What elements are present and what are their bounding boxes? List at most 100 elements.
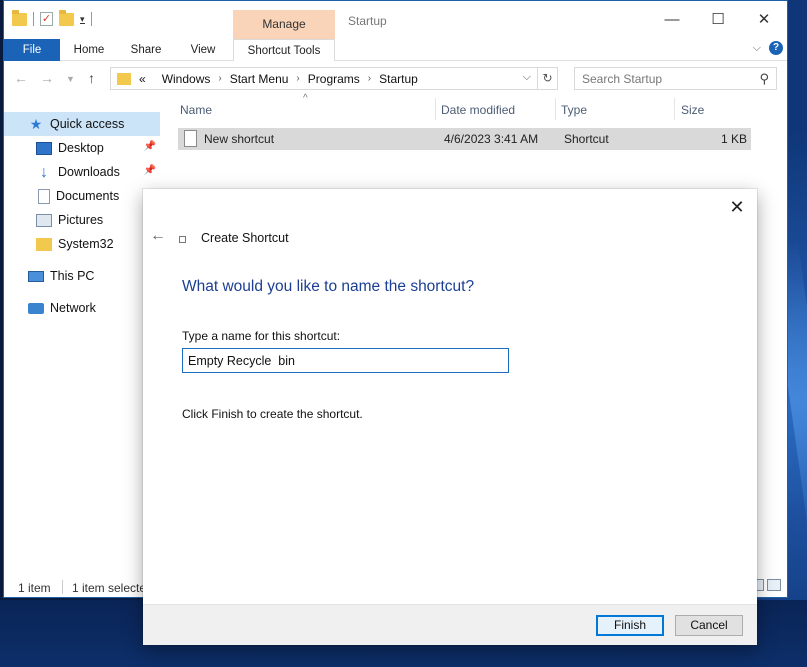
search-icon: ⚲ <box>759 71 769 86</box>
column-date-modified[interactable]: Date modified <box>441 103 515 117</box>
column-headers: ^ Name Date modified Type Size <box>176 93 756 124</box>
window-controls: — ☐ ✕ <box>649 1 787 39</box>
item-count: 1 item <box>18 581 51 595</box>
shortcut-name-label: Type a name for this shortcut: <box>182 329 341 343</box>
window-title: Startup <box>348 14 387 28</box>
sidebar-item-label: Quick access <box>50 117 125 131</box>
properties-icon[interactable]: ✓ <box>40 12 53 26</box>
toolbar-divider <box>33 12 34 26</box>
forward-arrow-icon[interactable]: → <box>40 70 54 86</box>
file-type: Shortcut <box>564 132 609 146</box>
address-bar[interactable]: « Windows › Start Menu › Programs › Star… <box>110 67 558 90</box>
pictures-icon <box>36 213 52 227</box>
tab-home[interactable]: Home <box>64 39 114 61</box>
close-icon[interactable]: ✕ <box>727 197 747 218</box>
large-icons-view-icon[interactable] <box>767 579 781 591</box>
back-arrow-icon[interactable]: ← <box>14 70 28 86</box>
new-folder-icon[interactable] <box>59 9 74 26</box>
manage-contextual-tab[interactable]: Manage <box>233 10 335 39</box>
sort-ascending-icon: ^ <box>303 93 308 104</box>
finish-button[interactable]: Finish <box>596 615 664 636</box>
title-bar: ✓ ▾ Manage Startup — ☐ ✕ <box>4 1 787 39</box>
breadcrumb-overflow[interactable]: « <box>139 72 146 86</box>
column-divider[interactable] <box>435 98 436 120</box>
sidebar-item-label: Desktop <box>58 141 104 155</box>
selected-count: 1 item selecte <box>72 581 147 595</box>
column-divider[interactable] <box>674 98 675 120</box>
navigation-pane: ★ Quick access Desktop 📌 ↓ Downloads 📌 D… <box>4 96 162 576</box>
column-type[interactable]: Type <box>561 103 587 117</box>
column-divider[interactable] <box>555 98 556 120</box>
recent-locations-icon[interactable]: ▼ <box>66 74 75 84</box>
sidebar-item-documents[interactable]: Documents <box>4 184 160 208</box>
status-divider <box>62 580 63 594</box>
toolbar-divider <box>90 12 92 26</box>
maximize-button[interactable]: ☐ <box>695 1 741 39</box>
sidebar-item-this-pc[interactable]: This PC <box>4 264 160 288</box>
chevron-down-icon[interactable]: ⌵ <box>523 71 531 84</box>
sidebar-item-label: System32 <box>58 237 114 251</box>
shortcut-name-field[interactable] <box>182 348 509 373</box>
sidebar-item-label: This PC <box>50 269 95 283</box>
file-name: New shortcut <box>204 132 275 146</box>
breadcrumb-start-menu[interactable]: Start Menu <box>230 72 289 86</box>
create-shortcut-dialog: ✕ ← Create Shortcut What would you like … <box>143 189 757 645</box>
search-placeholder: Search Startup <box>582 72 663 86</box>
ribbon-tabs: File Home Share View Shortcut Tools ⌵ ? <box>4 39 787 61</box>
download-icon: ↓ <box>40 163 48 181</box>
column-size[interactable]: Size <box>681 103 704 117</box>
quick-access-toolbar: ✓ ▾ <box>12 9 92 26</box>
column-name[interactable]: Name <box>180 103 212 117</box>
star-icon: ★ <box>29 115 43 132</box>
search-input[interactable]: Search Startup ⚲ <box>574 67 777 90</box>
cancel-button[interactable]: Cancel <box>675 615 743 636</box>
sidebar-item-system32[interactable]: System32 <box>4 232 160 256</box>
sidebar-item-pictures[interactable]: Pictures <box>4 208 160 232</box>
help-icon[interactable]: ? <box>769 41 783 55</box>
breadcrumb-programs[interactable]: Programs <box>308 72 360 86</box>
breadcrumb-startup[interactable]: Startup <box>379 72 418 86</box>
documents-icon <box>38 188 50 204</box>
pin-icon: 📌 <box>143 141 156 152</box>
refresh-icon[interactable]: ↻ <box>537 68 557 89</box>
tab-shortcut-tools[interactable]: Shortcut Tools <box>233 39 335 61</box>
dialog-footer: Finish Cancel <box>143 604 757 645</box>
shortcut-file-icon <box>184 130 197 147</box>
shortcut-icon <box>179 236 186 243</box>
sidebar-item-network[interactable]: Network <box>4 296 160 320</box>
sidebar-item-desktop[interactable]: Desktop 📌 <box>4 136 160 160</box>
computer-icon <box>28 270 44 282</box>
sidebar-item-label: Documents <box>56 189 120 203</box>
sidebar-item-downloads[interactable]: ↓ Downloads 📌 <box>4 160 160 184</box>
sidebar-item-quick-access[interactable]: ★ Quick access <box>4 112 160 136</box>
expand-ribbon-icon[interactable]: ⌵ <box>753 42 761 55</box>
breadcrumb-windows[interactable]: Windows <box>162 72 211 86</box>
chevron-right-icon[interactable]: › <box>218 73 221 84</box>
dialog-heading: What would you like to name the shortcut… <box>182 278 475 295</box>
ribbon-right-controls: ⌵ ? <box>753 41 783 55</box>
sidebar-item-label: Network <box>50 301 96 315</box>
close-button[interactable]: ✕ <box>741 1 787 39</box>
chevron-right-icon[interactable]: › <box>368 73 371 84</box>
folder-icon[interactable] <box>12 9 27 26</box>
file-size: 1 KB <box>720 132 747 146</box>
tab-view[interactable]: View <box>182 39 224 61</box>
table-row[interactable]: New shortcut 4/6/2023 3:41 AM Shortcut 1… <box>178 128 751 150</box>
back-arrow-icon[interactable]: ← <box>150 227 166 245</box>
desktop-icon <box>36 141 52 155</box>
tab-share[interactable]: Share <box>122 39 170 61</box>
network-icon <box>28 302 44 314</box>
pin-icon: 📌 <box>143 165 156 176</box>
minimize-button[interactable]: — <box>649 1 695 39</box>
sidebar-item-label: Downloads <box>58 165 120 179</box>
folder-icon <box>117 72 131 85</box>
navigation-bar: ← → ▼ ↑ « Windows › Start Menu › Program… <box>4 64 787 94</box>
customize-toolbar-icon[interactable]: ▾ <box>80 14 85 24</box>
file-date: 4/6/2023 3:41 AM <box>444 132 539 146</box>
folder-icon <box>36 237 52 251</box>
up-arrow-icon[interactable]: ↑ <box>88 70 95 86</box>
dialog-title: Create Shortcut <box>201 231 289 245</box>
finish-hint: Click Finish to create the shortcut. <box>182 407 363 421</box>
chevron-right-icon[interactable]: › <box>296 73 299 84</box>
tab-file[interactable]: File <box>4 39 60 61</box>
